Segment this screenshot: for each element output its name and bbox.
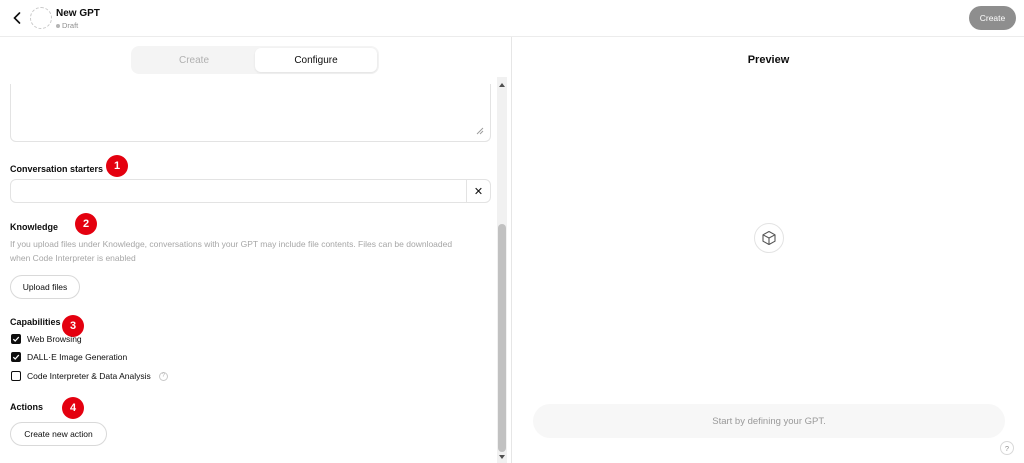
question-mark-icon: ? — [1004, 443, 1010, 453]
instructions-textarea[interactable] — [10, 84, 491, 142]
capability-label: Code Interpreter & Data Analysis — [27, 371, 151, 381]
gpt-placeholder-avatar — [754, 223, 784, 253]
capabilities-label: Capabilities — [10, 317, 61, 327]
tab-create[interactable]: Create — [133, 48, 255, 72]
annotation-badge-2: 2 — [75, 213, 97, 235]
knowledge-help-text: If you upload files under Knowledge, con… — [10, 239, 453, 263]
checkmark-icon — [12, 336, 20, 342]
clear-starter-button[interactable]: ✕ — [466, 180, 490, 202]
back-button[interactable] — [8, 9, 26, 27]
annotation-badge-1: 1 — [106, 155, 128, 177]
annotation-badge-4: 4 — [62, 397, 84, 419]
knowledge-label: Knowledge — [10, 222, 59, 232]
triangle-up-icon — [499, 83, 505, 87]
preview-message-input[interactable] — [533, 404, 1005, 438]
upload-files-button[interactable]: Upload files — [10, 275, 80, 299]
configure-panel: Create Configure Conversation starters 1… — [0, 37, 512, 463]
conversation-starter-field: ✕ — [10, 179, 491, 203]
tab-configure[interactable]: Configure — [255, 48, 377, 72]
chevron-left-icon — [13, 12, 21, 24]
top-bar: New GPT Draft Create — [0, 0, 1024, 37]
create-new-action-button[interactable]: Create new action — [10, 422, 107, 446]
scroll-down-arrow[interactable] — [497, 453, 507, 461]
gpt-title: New GPT — [56, 8, 100, 19]
scrollbar[interactable] — [497, 77, 507, 463]
help-button[interactable]: ? — [1000, 441, 1014, 455]
checkbox-web-browsing[interactable] — [11, 334, 21, 344]
close-icon: ✕ — [473, 185, 484, 198]
gpt-status: Draft — [56, 21, 78, 30]
info-icon[interactable]: ? — [158, 371, 168, 381]
gpt-avatar[interactable] — [30, 7, 52, 29]
mode-tabs: Create Configure — [131, 46, 379, 74]
preview-panel: Preview ? — [513, 37, 1024, 463]
create-button[interactable]: Create — [969, 6, 1016, 30]
cube-icon — [762, 230, 776, 246]
status-dot-icon — [56, 23, 60, 28]
checkbox-dalle[interactable] — [11, 352, 21, 362]
capability-label: Web Browsing — [27, 334, 82, 344]
scroll-thumb[interactable] — [498, 224, 506, 452]
scroll-up-arrow[interactable] — [497, 81, 507, 89]
capability-web-browsing[interactable]: Web Browsing — [11, 334, 82, 344]
resize-handle-icon[interactable] — [476, 127, 484, 135]
conversation-starters-label: Conversation starters — [10, 164, 104, 174]
capability-code-interpreter[interactable]: Code Interpreter & Data Analysis ? — [11, 371, 168, 381]
capability-dalle[interactable]: DALL·E Image Generation — [11, 352, 127, 362]
checkmark-icon — [12, 354, 20, 360]
status-text: Draft — [62, 21, 79, 30]
checkbox-code-interpreter[interactable] — [11, 371, 21, 381]
capability-label: DALL·E Image Generation — [27, 352, 128, 362]
preview-title: Preview — [747, 54, 790, 66]
conversation-starter-input[interactable] — [11, 180, 466, 202]
triangle-down-icon — [499, 455, 505, 459]
actions-label: Actions — [10, 402, 44, 412]
